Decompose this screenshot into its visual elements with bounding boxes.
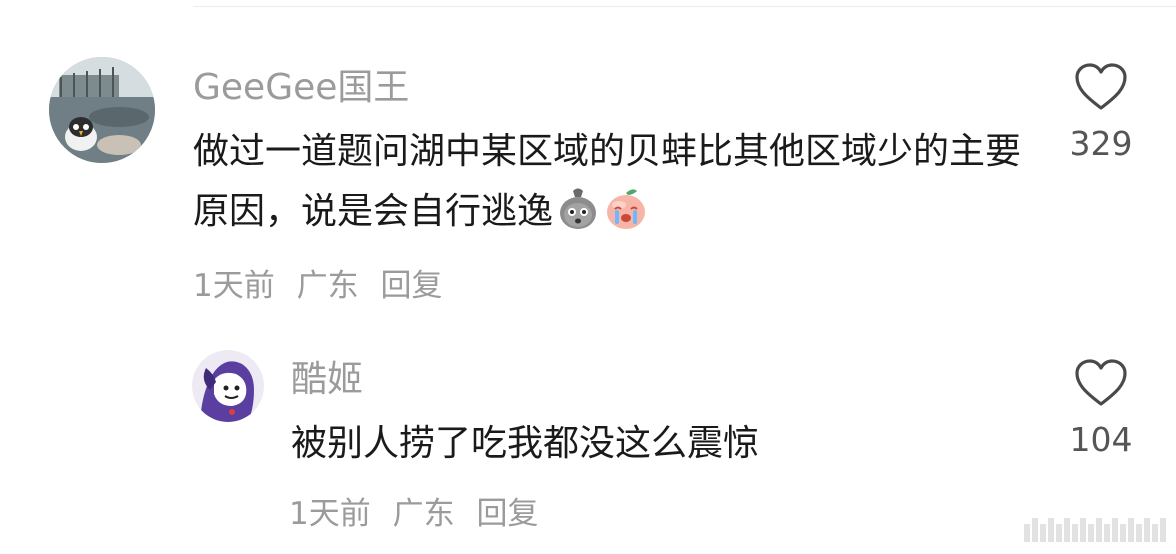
comment-time: 1天前 [289, 496, 371, 532]
comment-username[interactable]: GeeGee国王 [193, 66, 409, 110]
like-button[interactable]: 104 [1051, 358, 1151, 460]
comment-text: 做过一道题问湖中某区域的贝蚌比其他区域少的主要原因，说是会自行逃逸 [193, 122, 1033, 242]
like-count: 329 [1069, 124, 1133, 163]
comment-location: 广东 [296, 268, 359, 304]
bag-face-emoji [555, 185, 601, 231]
comment-username[interactable]: 酷姬 [291, 358, 363, 402]
comment-time: 1天前 [193, 268, 275, 304]
heart-icon[interactable] [1073, 62, 1129, 112]
top-divider [193, 6, 1176, 7]
reply-button[interactable]: 回复 [380, 268, 442, 304]
comment-meta: 1天前 广东 回复 [289, 494, 550, 534]
avatar[interactable] [192, 350, 264, 422]
like-button[interactable]: 329 [1051, 62, 1151, 164]
comment-meta: 1天前 广东 回复 [193, 266, 454, 306]
reply-button[interactable]: 回复 [476, 496, 538, 532]
like-count: 104 [1069, 420, 1133, 459]
crying-peach-emoji [603, 185, 649, 231]
comment-text: 被别人捞了吃我都没这么震惊 [291, 423, 760, 464]
comment-location: 广东 [392, 496, 455, 532]
watermark [1024, 518, 1166, 542]
heart-icon[interactable] [1073, 358, 1129, 408]
avatar[interactable] [49, 57, 155, 163]
